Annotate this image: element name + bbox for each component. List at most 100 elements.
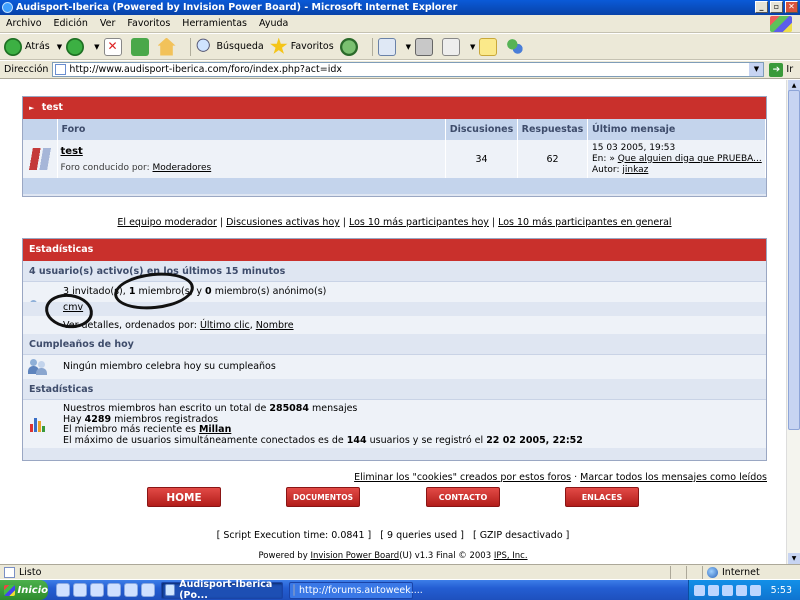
- board-stats-row: Nuestros miembros han escrito un total d…: [23, 400, 766, 448]
- tray-app-icon[interactable]: [736, 584, 747, 596]
- bottom-links: Eliminar los "cookies" creados por estos…: [354, 472, 767, 483]
- script-info: [ Script Execution time: 0.0841 ] [ 9 qu…: [216, 530, 570, 541]
- forum-table: Foro Discusiones Respuestas Último mensa…: [23, 119, 766, 178]
- top10-overall-link[interactable]: Los 10 más participantes en general: [498, 217, 671, 228]
- menu-bar: Archivo Edición Ver Favoritos Herramient…: [0, 15, 800, 33]
- ie-logo-icon: [2, 2, 13, 13]
- scroll-thumb[interactable]: [788, 90, 800, 430]
- newest-member-link[interactable]: Millan: [199, 424, 231, 435]
- status-page-icon: [4, 566, 15, 578]
- delete-cookies-link[interactable]: Eliminar los "cookies" creados por estos…: [354, 472, 571, 483]
- col-topics: Discusiones: [445, 119, 518, 140]
- windows-flag-icon: [4, 584, 15, 596]
- mark-all-read-link[interactable]: Marcar todos los mensajes como leídos: [580, 472, 767, 483]
- refresh-button[interactable]: [130, 37, 152, 56]
- menu-archivo[interactable]: Archivo: [6, 18, 42, 29]
- messenger-button[interactable]: [506, 37, 527, 56]
- discuss-button[interactable]: [479, 37, 500, 56]
- quicklaunch-desktop-icon[interactable]: [90, 583, 104, 597]
- tray-network-icon[interactable]: [694, 584, 705, 596]
- start-button[interactable]: Inicio: [0, 580, 48, 600]
- start-label: Inicio: [17, 584, 49, 596]
- posts-post: mensajes: [312, 403, 358, 414]
- scroll-down-icon[interactable]: ▼: [788, 553, 800, 564]
- menu-ayuda[interactable]: Ayuda: [259, 18, 288, 29]
- maximize-button[interactable]: ▫: [770, 1, 783, 13]
- media-button[interactable]: [339, 37, 361, 56]
- links-nav-button[interactable]: ENLACES: [565, 487, 639, 507]
- go-arrow-icon: ➔: [769, 62, 784, 77]
- bar-chart-icon: [30, 416, 46, 432]
- vertical-scrollbar[interactable]: ▲ ▼: [786, 80, 800, 564]
- menu-favoritos[interactable]: Favoritos: [127, 18, 170, 29]
- zone-label: Internet: [722, 566, 760, 578]
- quicklaunch-media-icon[interactable]: [107, 583, 121, 597]
- back-button[interactable]: Atrás: [4, 37, 50, 56]
- top10-today-link[interactable]: Los 10 más participantes hoy: [349, 217, 489, 228]
- menu-herramientas[interactable]: Herramientas: [182, 18, 247, 29]
- forum-link[interactable]: test: [61, 146, 446, 157]
- edit-button[interactable]: [442, 37, 463, 56]
- favorites-button[interactable]: Favoritos: [270, 37, 334, 56]
- mod-team-link[interactable]: El equipo moderador: [117, 217, 216, 228]
- address-url: http://www.audisport-iberica.com/foro/in…: [69, 64, 342, 75]
- last-post-author-link[interactable]: jinkaz: [622, 165, 648, 175]
- birthdays-heading: Cumpleaños de hoy: [23, 334, 766, 355]
- moderators-link[interactable]: Moderadores: [153, 163, 212, 173]
- taskbar: Inicio Audisport-Iberica (Po... http://f…: [0, 579, 800, 600]
- quicklaunch-app-icon[interactable]: [124, 583, 138, 597]
- powered-mid: (U) v1.3 Final © 2003: [399, 551, 492, 561]
- sort-last-click-link[interactable]: Último clic: [200, 320, 250, 331]
- home-button[interactable]: [157, 37, 179, 56]
- menu-edicion[interactable]: Edición: [54, 18, 88, 29]
- refresh-icon: [130, 37, 149, 56]
- last-post-arrow-icon: »: [609, 153, 615, 164]
- sort-name-link[interactable]: Nombre: [256, 320, 294, 331]
- mail-button[interactable]: [377, 37, 399, 56]
- toolbar: Atrás ▼ ▼ Búsqueda Favoritos ▼ ▼: [0, 34, 800, 60]
- ie-task-icon: [165, 584, 176, 596]
- quicklaunch-folder-icon[interactable]: [56, 583, 70, 597]
- statistics-header: Estadísticas: [23, 239, 766, 261]
- active-topics-link[interactable]: Discusiones activas hoy: [226, 217, 340, 228]
- posts-total: 285084: [269, 403, 310, 414]
- windows-logo-icon: [770, 16, 792, 32]
- edit-dropdown-icon[interactable]: ▼: [470, 43, 475, 51]
- documents-nav-button[interactable]: DOCUMENTOS: [286, 487, 360, 507]
- menu-ver[interactable]: Ver: [100, 18, 116, 29]
- tray-volume-icon[interactable]: [708, 584, 719, 596]
- print-button[interactable]: [415, 37, 436, 56]
- tray-app2-icon[interactable]: [750, 584, 761, 596]
- close-button[interactable]: ✕: [785, 1, 798, 13]
- address-dropdown-icon[interactable]: ▼: [749, 63, 764, 76]
- tray-security-icon[interactable]: [722, 584, 733, 596]
- forward-button[interactable]: [66, 37, 87, 56]
- category-title[interactable]: test: [42, 102, 63, 113]
- go-button[interactable]: ➔ Ir: [769, 62, 794, 77]
- forward-dropdown-icon[interactable]: ▼: [94, 43, 99, 51]
- powered-by: Powered by Invision Power Board(U) v1.3 …: [0, 551, 786, 561]
- stop-button[interactable]: [103, 37, 125, 56]
- forum-status-icon: [29, 148, 51, 170]
- last-post-topic-link[interactable]: Que alguien diga que PRUEBA...: [618, 154, 762, 164]
- back-dropdown-icon[interactable]: ▼: [57, 43, 62, 51]
- clock[interactable]: 5:53: [771, 585, 792, 596]
- members-total: 4289: [84, 413, 112, 425]
- board-stats-heading: Estadísticas: [23, 379, 766, 400]
- minimize-button[interactable]: _: [755, 1, 768, 13]
- quicklaunch-ie-icon[interactable]: [73, 583, 87, 597]
- quicklaunch-app2-icon[interactable]: [141, 583, 155, 597]
- ipb-link[interactable]: Invision Power Board: [310, 551, 399, 561]
- task-audisport[interactable]: Audisport-Iberica (Po...: [161, 579, 283, 600]
- contact-nav-button[interactable]: CONTACTO: [426, 487, 500, 507]
- favorites-label: Favoritos: [290, 41, 334, 52]
- ips-link[interactable]: IPS, Inc.: [494, 551, 528, 561]
- home-nav-button[interactable]: HOME: [147, 487, 221, 507]
- task-autoweek[interactable]: http://forums.autoweek....: [289, 581, 423, 599]
- address-bar: Dirección http://www.audisport-iberica.c…: [0, 61, 800, 79]
- go-label: Ir: [786, 64, 794, 75]
- address-input[interactable]: http://www.audisport-iberica.com/foro/in…: [52, 62, 765, 77]
- status-bar: Listo Internet: [0, 564, 800, 579]
- search-button[interactable]: Búsqueda: [195, 37, 264, 56]
- mail-dropdown-icon[interactable]: ▼: [406, 43, 411, 51]
